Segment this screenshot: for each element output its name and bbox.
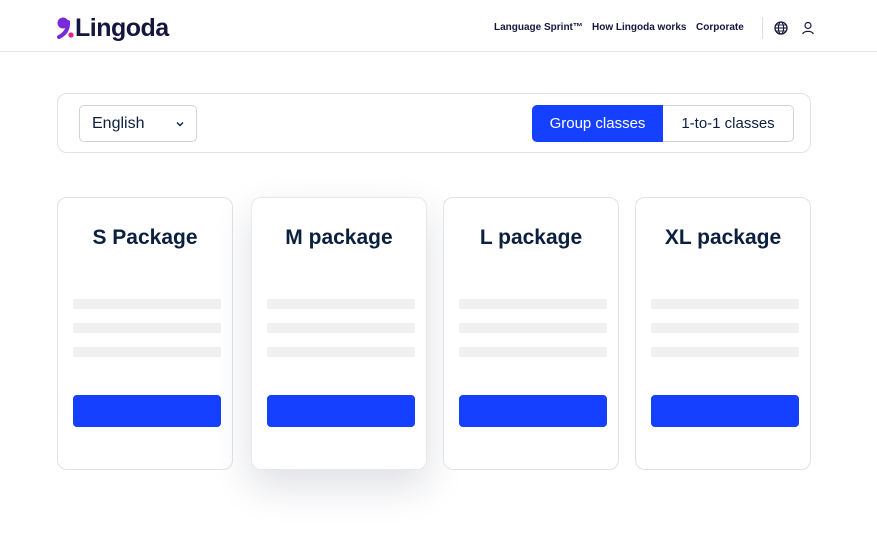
package-select-button[interactable] (459, 395, 607, 427)
nav-divider (762, 17, 763, 39)
skeleton-line (267, 347, 415, 357)
filter-bar: English Group classes 1-to-1 classes (57, 93, 811, 153)
globe-icon[interactable] (774, 21, 788, 35)
skeleton-line (267, 323, 415, 333)
lingoda-logo[interactable]: Lingoda (56, 14, 169, 42)
skeleton-line (73, 299, 221, 309)
package-select-button[interactable] (651, 395, 799, 427)
logo-mark-icon (57, 17, 74, 39)
skeleton-line (459, 299, 607, 309)
skeleton-line (459, 347, 607, 357)
language-select-value: English (92, 114, 145, 132)
skeleton-line (651, 299, 799, 309)
one-to-one-classes-button[interactable]: 1-to-1 classes (663, 105, 794, 142)
site-header: Lingoda Language Sprint™ How Lingoda wor… (0, 0, 877, 52)
package-select-button[interactable] (267, 395, 415, 427)
package-title: M package (285, 226, 393, 249)
package-title: XL package (664, 226, 782, 249)
package-card-l: L package (443, 197, 619, 470)
skeleton-line (73, 323, 221, 333)
user-icon[interactable] (801, 21, 815, 35)
skeleton-line (459, 323, 607, 333)
language-select[interactable]: English (79, 105, 197, 142)
nav-corporate[interactable]: Corporate (696, 22, 744, 33)
package-card-xl: XL package (635, 197, 811, 470)
package-select-button[interactable] (73, 395, 221, 427)
logo-text: Lingoda (75, 14, 169, 42)
group-classes-button[interactable]: Group classes (532, 105, 663, 142)
skeleton-line (651, 347, 799, 357)
chevron-down-icon (176, 122, 184, 127)
package-title: L package (479, 226, 583, 249)
skeleton-line (267, 299, 415, 309)
nav-language-sprint[interactable]: Language Sprint™ (494, 22, 583, 33)
package-card-s: S Package (57, 197, 233, 470)
class-type-toggle: Group classes 1-to-1 classes (532, 105, 794, 142)
package-title: S Package (92, 226, 198, 249)
nav-how-lingoda-works[interactable]: How Lingoda works (592, 22, 686, 33)
skeleton-line (651, 323, 799, 333)
package-card-m: M package (251, 197, 427, 470)
skeleton-line (73, 347, 221, 357)
